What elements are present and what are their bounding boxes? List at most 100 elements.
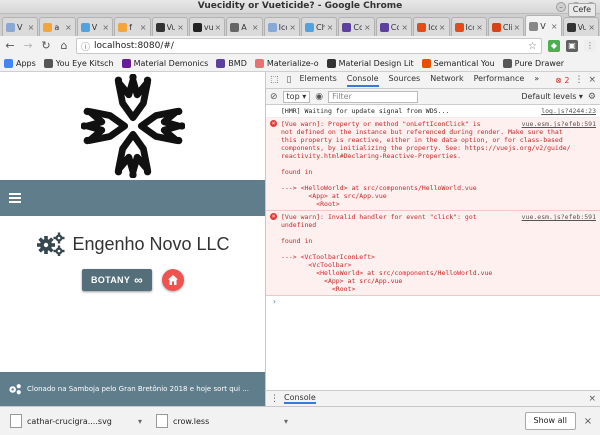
browser-tab[interactable]: Con× [375, 17, 413, 36]
browser-tab[interactable]: a × [39, 17, 76, 36]
browser-tab[interactable]: Che× [301, 17, 338, 36]
close-drawer-icon[interactable]: × [588, 394, 596, 404]
browser-tab[interactable]: A p× [226, 17, 263, 36]
context-selector[interactable]: top ▾ [282, 90, 311, 103]
bookmark-favicon-icon [421, 59, 431, 68]
bookmark-favicon-icon [502, 59, 512, 68]
browser-tab[interactable]: V × [76, 17, 114, 36]
minimize-button[interactable]: – [556, 2, 566, 12]
botany-button[interactable]: BOTANY ∞ [82, 269, 152, 291]
home-button[interactable]: ⌂ [58, 40, 70, 52]
info-icon[interactable]: ⓘ [81, 40, 90, 53]
devtools-tab-network[interactable]: Network [430, 74, 463, 87]
gears-icon [9, 384, 21, 395]
close-tab-icon[interactable]: × [65, 23, 72, 32]
close-tab-icon[interactable]: × [401, 23, 408, 32]
bookmark-item[interactable]: BMD [216, 59, 247, 68]
devtools-tab-elements[interactable]: Elements [299, 74, 336, 87]
devtools-tab-console[interactable]: Console [346, 74, 379, 87]
close-tab-icon[interactable]: × [588, 23, 595, 32]
inspect-element-icon[interactable]: ⬚ [270, 75, 279, 85]
browser-tab[interactable]: f × [114, 17, 151, 36]
tab-label: Vue [166, 22, 176, 32]
bookmark-item[interactable]: Material Design Lit [326, 59, 414, 68]
download-item[interactable]: cathar-crucigra....svg ▾ [6, 410, 146, 432]
message-source-link[interactable]: vue.esm.js?efeb:591 [522, 120, 596, 128]
close-shelf-icon[interactable]: × [582, 416, 594, 427]
url-text[interactable]: localhost:8080/#/ [94, 41, 524, 51]
close-tab-icon[interactable]: × [364, 23, 371, 32]
home-fab-button[interactable] [162, 269, 184, 291]
devtools-menu-icon[interactable]: ⋮ [574, 75, 583, 85]
close-tab-icon[interactable]: × [514, 23, 521, 32]
device-toolbar-icon[interactable]: ▯ [287, 75, 292, 85]
close-devtools-icon[interactable]: × [588, 75, 596, 85]
browser-tab[interactable]: Vue× [562, 17, 599, 36]
extension-icon[interactable]: ▣ [566, 40, 578, 52]
bookmark-item[interactable]: Materialize-o [254, 59, 319, 68]
hamburger-menu-icon[interactable] [9, 193, 21, 203]
message-source-link[interactable]: log.js?4244:23 [541, 107, 596, 115]
close-tab-icon[interactable]: × [551, 22, 558, 31]
bookmark-item[interactable]: Apps [4, 59, 36, 68]
browser-tab[interactable]: vue× [188, 17, 226, 36]
close-tab-icon[interactable]: × [439, 23, 446, 32]
close-tab-icon[interactable]: × [289, 23, 296, 32]
browser-tab[interactable]: Clic× [487, 17, 525, 36]
download-menu-icon[interactable]: ▾ [138, 417, 142, 426]
tab-label: Con [390, 22, 400, 32]
bookmark-star-icon[interactable]: ☆ [528, 41, 537, 52]
browser-tab[interactable]: Icon× [413, 17, 450, 36]
close-tab-icon[interactable]: × [252, 23, 259, 32]
browser-tab[interactable]: V × [525, 15, 562, 36]
browser-tab[interactable]: Vue× [151, 17, 188, 36]
browser-tab[interactable]: Con× [338, 17, 375, 36]
extension-icon[interactable]: ◆ [548, 40, 560, 52]
error-icon: × [270, 213, 277, 220]
drawer-tab-console[interactable]: Console [284, 393, 316, 404]
devtools-tab-sources[interactable]: Sources [389, 74, 421, 87]
console-settings-icon[interactable]: ⚙ [588, 92, 596, 102]
message-line: ---> <VcToolbarIconLeft> [281, 253, 375, 261]
tab-label: V [17, 22, 23, 32]
bookmark-item[interactable]: Material Demonics [121, 59, 209, 68]
download-menu-icon[interactable]: ▾ [284, 417, 288, 426]
console-prompt[interactable]: › [266, 296, 600, 308]
bookmark-label: Material Demonics [133, 59, 209, 68]
back-button[interactable]: ← [4, 40, 16, 52]
close-tab-icon[interactable]: × [140, 23, 147, 32]
error-count-badge[interactable]: ⊗ 2 [555, 76, 569, 85]
reload-button[interactable]: ↻ [40, 40, 52, 52]
bookmark-item[interactable]: You Eye Kitsch [43, 59, 114, 68]
clear-console-icon[interactable]: ⊘ [270, 92, 278, 102]
download-item[interactable]: crow.less ▾ [152, 410, 292, 432]
devtools-tab-performance[interactable]: Performance [474, 74, 525, 87]
bookmark-item[interactable]: Semantical You [421, 59, 495, 68]
home-icon [168, 275, 178, 285]
omnibox[interactable]: ⓘ localhost:8080/#/ ☆ [76, 38, 542, 54]
forward-button[interactable]: → [22, 40, 34, 52]
bookmark-favicon-icon [326, 59, 336, 68]
app-toolbar [0, 180, 265, 216]
more-tabs-icon[interactable]: » [534, 74, 539, 87]
console-filter-input[interactable]: Filter [328, 90, 419, 103]
bookmark-item[interactable]: Pure Drawer [502, 59, 564, 68]
close-tab-icon[interactable]: × [28, 23, 35, 32]
tab-label: Vue [577, 22, 587, 32]
drawer-menu-icon[interactable]: ⋮ [270, 394, 279, 404]
close-tab-icon[interactable]: × [327, 23, 334, 32]
log-levels-dropdown[interactable]: Default levels ▾ [521, 92, 583, 101]
eye-icon[interactable]: ◉ [315, 92, 323, 102]
close-tab-icon[interactable]: × [177, 23, 184, 32]
close-tab-icon[interactable]: × [476, 23, 483, 32]
message-source-link[interactable]: vue.esm.js?efeb:591 [522, 213, 596, 221]
browser-tab[interactable]: Icon× [263, 17, 300, 36]
browser-tab[interactable]: Icon× [450, 17, 487, 36]
tab-favicon-icon [155, 22, 165, 32]
close-tab-icon[interactable]: × [102, 23, 109, 32]
close-tab-icon[interactable]: × [215, 23, 222, 32]
menu-icon[interactable]: ⋮ [584, 40, 596, 52]
profile-button[interactable]: Cefe [567, 3, 596, 17]
browser-tab[interactable]: V × [2, 17, 39, 36]
show-all-downloads-button[interactable]: Show all [524, 412, 576, 430]
